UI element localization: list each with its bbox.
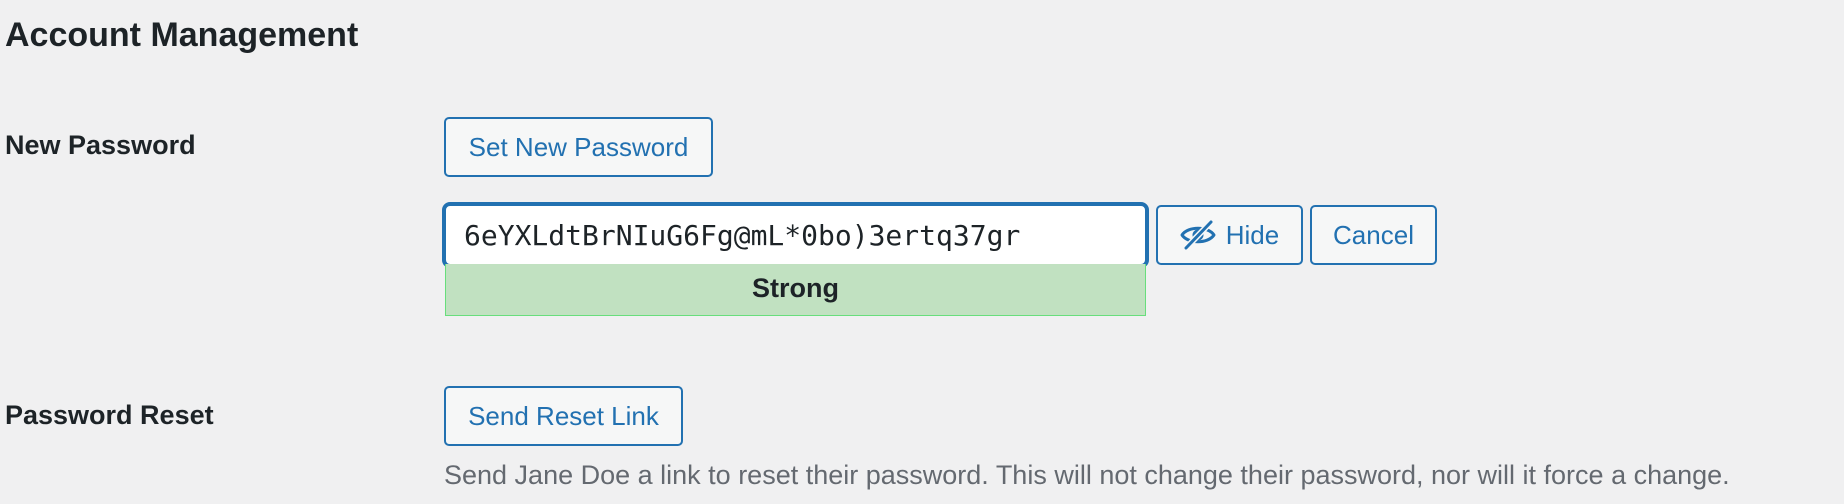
send-reset-link-button[interactable]: Send Reset Link <box>444 386 683 446</box>
new-password-input[interactable] <box>444 204 1147 266</box>
cancel-button[interactable]: Cancel <box>1310 205 1437 265</box>
new-password-label: New Password <box>5 130 196 160</box>
section-title: Account Management <box>5 16 359 54</box>
set-new-password-button[interactable]: Set New Password <box>444 117 713 177</box>
hide-button-label: Hide <box>1225 220 1280 250</box>
eye-slash-icon <box>1180 220 1216 250</box>
hide-password-button[interactable]: Hide <box>1156 205 1303 265</box>
password-strength-meter: Strong <box>445 264 1146 316</box>
password-reset-label: Password Reset <box>5 400 214 430</box>
password-field-group: Strong <box>444 204 1147 316</box>
password-reset-description: Send Jane Doe a link to reset their pass… <box>444 460 1730 490</box>
